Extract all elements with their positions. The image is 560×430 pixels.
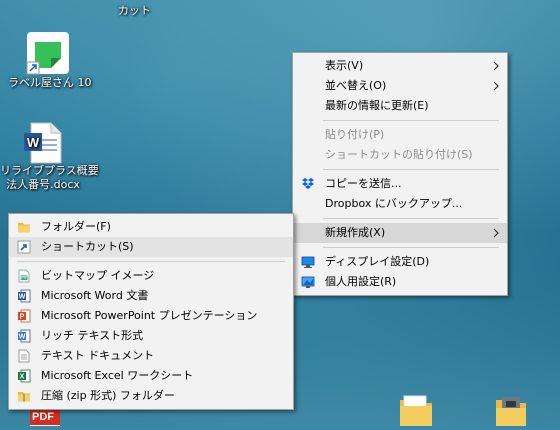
menu-item-label: 圧縮 (zip 形式) フォルダー bbox=[41, 389, 175, 402]
submenu-item-shortcut[interactable]: ショートカット(S) bbox=[9, 237, 293, 257]
submenu-item-text[interactable]: テキスト ドキュメント bbox=[9, 346, 293, 366]
display-icon bbox=[301, 256, 315, 268]
desktop-icon-label-app[interactable]: ラベル屋さん 10 bbox=[8, 30, 92, 90]
submenu-item-powerpoint[interactable]: P Microsoft PowerPoint プレゼンテーション bbox=[9, 306, 293, 326]
chevron-right-icon bbox=[493, 61, 499, 71]
rich-text-icon: W bbox=[18, 329, 31, 343]
folder-icon[interactable] bbox=[398, 392, 434, 426]
menu-item-label: 表示(V) bbox=[325, 59, 364, 72]
menu-item-dropbox-backup[interactable]: Dropbox にバックアップ... bbox=[293, 194, 507, 214]
menu-item-view[interactable]: 表示(V) bbox=[293, 56, 507, 76]
desktop-icon-label: リライブプラス概要 bbox=[0, 164, 99, 177]
menu-separator bbox=[17, 261, 285, 262]
menu-item-send-copy[interactable]: コピーを送信... bbox=[293, 174, 507, 194]
menu-item-label: 貼り付け(P) bbox=[325, 128, 385, 141]
svg-text:W: W bbox=[19, 334, 26, 341]
chevron-right-icon bbox=[493, 81, 499, 91]
submenu-item-word[interactable]: W Microsoft Word 文書 bbox=[9, 286, 293, 306]
menu-item-label: Dropbox にバックアップ... bbox=[325, 197, 463, 210]
word-doc-icon: W bbox=[24, 122, 62, 164]
submenu-item-zip[interactable]: 圧縮 (zip 形式) フォルダー bbox=[9, 386, 293, 406]
zip-folder-icon bbox=[18, 392, 30, 402]
folder-icon bbox=[18, 223, 30, 233]
menu-separator bbox=[323, 169, 499, 170]
submenu-item-bitmap[interactable]: ビットマップ イメージ bbox=[9, 266, 293, 286]
label-app-icon bbox=[26, 32, 69, 75]
excel-icon: X bbox=[18, 369, 31, 383]
word-icon: W bbox=[18, 289, 31, 303]
menu-item-label: Microsoft Excel ワークシート bbox=[41, 369, 194, 382]
submenu-item-folder[interactable]: フォルダー(F) bbox=[9, 217, 293, 237]
folder-icon[interactable] bbox=[494, 392, 528, 426]
menu-item-label: 並べ替え(O) bbox=[325, 79, 387, 92]
submenu-item-excel[interactable]: X Microsoft Excel ワークシート bbox=[9, 366, 293, 386]
desktop-icon-label: ラベル屋さん 10 bbox=[8, 76, 92, 89]
chevron-right-icon bbox=[493, 228, 499, 238]
menu-item-label: Microsoft PowerPoint プレゼンテーション bbox=[41, 309, 258, 322]
desktop-icon-label: 法人番号.docx bbox=[6, 178, 80, 191]
svg-text:P: P bbox=[20, 314, 25, 321]
menu-item-label: フォルダー(F) bbox=[41, 220, 111, 233]
personalize-icon bbox=[301, 276, 315, 288]
menu-separator bbox=[323, 247, 499, 248]
menu-item-label: 最新の情報に更新(E) bbox=[325, 99, 429, 112]
menu-item-refresh[interactable]: 最新の情報に更新(E) bbox=[293, 96, 507, 116]
powerpoint-icon: P bbox=[18, 309, 31, 323]
svg-text:W: W bbox=[19, 294, 26, 301]
menu-separator bbox=[323, 120, 499, 121]
menu-item-display-settings[interactable]: ディスプレイ設定(D) bbox=[293, 252, 507, 272]
menu-separator bbox=[323, 218, 499, 219]
svg-text:W: W bbox=[27, 135, 40, 150]
svg-text:X: X bbox=[20, 374, 25, 381]
menu-item-new[interactable]: 新規作成(X) bbox=[293, 223, 507, 243]
submenu-item-rtf[interactable]: W リッチ テキスト形式 bbox=[9, 326, 293, 346]
new-submenu: フォルダー(F) ショートカット(S) ビットマップ イメージ W Micros… bbox=[8, 213, 294, 410]
menu-item-label: リッチ テキスト形式 bbox=[41, 329, 144, 342]
menu-item-label: テキスト ドキュメント bbox=[41, 349, 155, 362]
text-document-icon bbox=[18, 349, 30, 363]
menu-item-label: Microsoft Word 文書 bbox=[41, 289, 149, 302]
menu-item-label: コピーを送信... bbox=[325, 177, 402, 190]
menu-item-label: 個人用設定(R) bbox=[325, 275, 397, 288]
desktop-context-menu: 表示(V) 並べ替え(O) 最新の情報に更新(E) 貼り付け(P) ショートカッ… bbox=[292, 52, 508, 296]
desktop-icon-label-top: カット bbox=[118, 4, 151, 17]
menu-item-paste[interactable]: 貼り付け(P) bbox=[293, 125, 507, 145]
menu-item-paste-shortcut[interactable]: ショートカットの貼り付け(S) bbox=[293, 145, 507, 165]
menu-item-label: 新規作成(X) bbox=[325, 226, 386, 239]
menu-item-sort[interactable]: 並べ替え(O) bbox=[293, 76, 507, 96]
menu-item-label: ショートカット(S) bbox=[41, 240, 134, 253]
shortcut-icon bbox=[17, 240, 31, 254]
desktop-icon-word-doc[interactable]: W リライブプラス概要 法人番号.docx bbox=[0, 122, 99, 192]
menu-item-personalize[interactable]: 個人用設定(R) bbox=[293, 272, 507, 292]
menu-item-label: ディスプレイ設定(D) bbox=[325, 255, 430, 268]
bitmap-image-icon bbox=[18, 269, 30, 283]
dropbox-icon bbox=[302, 178, 314, 189]
menu-item-label: ショートカットの貼り付け(S) bbox=[325, 148, 473, 161]
menu-item-label: ビットマップ イメージ bbox=[41, 269, 155, 282]
